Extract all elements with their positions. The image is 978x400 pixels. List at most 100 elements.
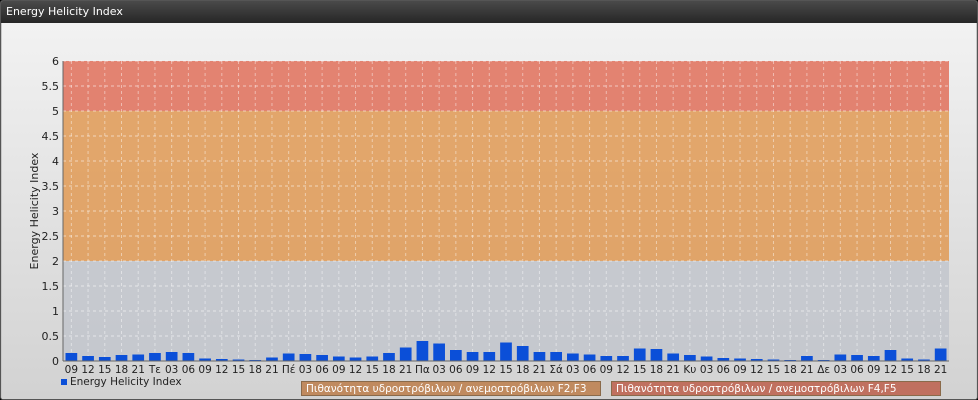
bar-17	[349, 357, 362, 361]
x-tick-label-17: 12	[349, 364, 362, 376]
chart-window: Energy Helicity Index 0 0.5 1 1.5 2 2.5 3 3.5 4 4…	[0, 0, 978, 400]
bar-24	[466, 352, 479, 361]
bar-52	[934, 348, 947, 361]
y-tick-label-3: 1.5	[42, 280, 60, 293]
x-tick-label-18: 15	[366, 364, 379, 376]
x-tick-label-46: 03	[834, 364, 847, 376]
x-tick-label-23: 06	[449, 364, 463, 376]
y-tick-label-10: 5	[52, 105, 59, 118]
x-tick-label-21: Πα	[415, 364, 430, 376]
bar-18	[366, 356, 379, 361]
x-tick-label-47: 06	[850, 364, 864, 376]
x-tick-label-22: 03	[432, 364, 445, 376]
bar-14	[299, 354, 312, 361]
x-tick-label-45: Δε	[817, 364, 830, 376]
x-tick-label-30: 03	[566, 364, 579, 376]
bar-27	[516, 346, 529, 361]
x-tick-label-52: 21	[934, 364, 947, 376]
bar-3	[115, 355, 128, 361]
bar-33	[617, 356, 629, 361]
x-tick-label-38: 03	[700, 364, 713, 376]
x-tick-label-51: 18	[917, 364, 930, 376]
bar-20	[399, 347, 412, 361]
bar-4	[132, 354, 145, 361]
bar-49	[884, 350, 897, 361]
legend-series-label: Energy Helicity Index	[70, 376, 182, 388]
x-tick-label-44: 21	[800, 364, 813, 376]
x-tick-label-5: Τε	[148, 364, 161, 376]
y-tick-label-0: 0	[52, 355, 59, 368]
x-tick-label-2: 15	[98, 364, 111, 376]
x-tick-label-9: 12	[215, 364, 228, 376]
y-tick-label-8: 4	[52, 155, 59, 168]
x-tick-label-16: 09	[332, 364, 345, 376]
bar-38	[700, 356, 713, 361]
x-tick-label-35: 18	[650, 364, 663, 376]
legend-series-item[interactable]: Energy Helicity Index	[61, 376, 182, 388]
x-tick-label-7: 06	[182, 364, 196, 376]
bar-25	[483, 352, 496, 361]
y-tick-label-1: 0.5	[42, 330, 60, 343]
y-axis-label: Energy Helicity Index	[28, 152, 41, 269]
y-tick-label-6: 3	[52, 205, 59, 218]
x-tick-label-49: 12	[884, 364, 897, 376]
bar-15	[316, 355, 328, 361]
bar-5	[149, 353, 161, 361]
x-tick-label-40: 09	[733, 364, 746, 376]
x-tick-label-29: Σά	[549, 364, 563, 376]
x-tick-label-26: 15	[499, 364, 512, 376]
x-tick-label-41: 12	[750, 364, 763, 376]
bar-35	[650, 349, 663, 361]
bar-28	[533, 352, 546, 361]
y-tick-label-4: 2	[52, 255, 59, 268]
x-tick-label-37: Κυ	[683, 364, 696, 376]
bar-26	[500, 342, 512, 361]
x-tick-label-4: 21	[132, 364, 145, 376]
y-tick-label-12: 6	[52, 55, 59, 68]
bar-13	[282, 353, 295, 361]
bar-47	[851, 355, 863, 361]
bar-48	[867, 356, 880, 361]
legend-band-f2f3[interactable]: Πιθανότητα υδροστρόβιλων / ανεμοστρόβιλω…	[301, 381, 601, 396]
bar-36	[667, 353, 680, 361]
bar-12	[266, 357, 278, 361]
x-tick-label-42: 15	[767, 364, 780, 376]
ehi-bar-chart: 00.511.522.533.544.555.5609 12 15 18 21 Τε 03 0…	[28, 55, 949, 376]
bar-16	[332, 356, 345, 361]
x-tick-label-13: Πέ	[282, 364, 296, 376]
x-tick-label-24: 09	[466, 364, 479, 376]
x-tick-label-20: 21	[399, 364, 412, 376]
bar-46	[834, 354, 847, 361]
legend-series-swatch	[61, 379, 67, 385]
y-tick-label-11: 5.5	[42, 80, 60, 93]
x-tick-label-27: 18	[516, 364, 529, 376]
legend-band-f4f5[interactable]: Πιθανότητα υδροστρόβιλων / ανεμοστρόβιλω…	[611, 381, 941, 396]
bar-22	[433, 343, 445, 361]
bar-31	[583, 354, 596, 361]
x-tick-label-36: 21	[666, 364, 679, 376]
bar-44	[801, 356, 813, 361]
x-tick-label-12: 21	[265, 364, 278, 376]
x-tick-label-39: 06	[717, 364, 731, 376]
x-tick-label-43: 18	[784, 364, 797, 376]
bar-32	[600, 356, 613, 361]
x-tick-label-33: 12	[616, 364, 629, 376]
x-tick-label-11: 18	[249, 364, 262, 376]
x-tick-label-31: 06	[583, 364, 597, 376]
x-tick-label-15: 06	[315, 364, 329, 376]
x-tick-label-34: 15	[633, 364, 646, 376]
x-tick-label-50: 15	[901, 364, 914, 376]
bar-37	[684, 355, 696, 361]
bar-1	[82, 356, 94, 361]
x-tick-label-25: 12	[483, 364, 496, 376]
x-tick-label-19: 18	[382, 364, 395, 376]
y-tick-label-7: 3.5	[42, 180, 60, 193]
x-tick-label-28: 21	[533, 364, 546, 376]
bar-19	[383, 353, 395, 361]
x-tick-label-6: 03	[165, 364, 178, 376]
y-tick-label-5: 2.5	[42, 230, 60, 243]
bar-0	[65, 353, 78, 361]
x-tick-label-0: 09	[65, 364, 78, 376]
y-tick-label-9: 4.5	[42, 130, 60, 143]
y-tick-label-2: 1	[52, 305, 59, 318]
